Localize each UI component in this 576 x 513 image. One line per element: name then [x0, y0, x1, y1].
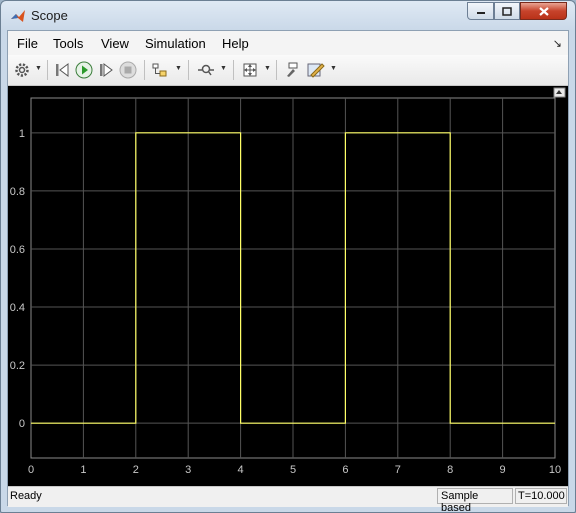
x-tick-label: 4: [238, 464, 244, 476]
step-back-button[interactable]: [52, 60, 72, 80]
toolbar-separator: [144, 60, 145, 80]
sample-mode-indicator: Sample based: [437, 488, 513, 512]
zoom-icon: [198, 64, 214, 76]
step-back-icon: [56, 63, 69, 77]
y-tick-label: 0.2: [10, 360, 25, 372]
axes-undock-button[interactable]: [553, 87, 566, 98]
matlab-logo-icon: [11, 10, 25, 22]
y-tick-label: 0.4: [10, 302, 25, 314]
stop-button[interactable]: [118, 60, 138, 80]
toolbar-separator: [188, 60, 189, 80]
menu-bar: File Tools View Simulation Help ↘: [8, 31, 568, 55]
stop-icon: [119, 61, 137, 79]
x-tick-label: 2: [133, 464, 139, 476]
y-tick-label: 0.6: [10, 244, 25, 256]
minimize-button[interactable]: [467, 2, 494, 20]
toolbar-separator: [276, 60, 277, 80]
menu-simulation[interactable]: Simulation: [145, 36, 206, 51]
chevron-down-icon[interactable]: ▼: [264, 65, 271, 72]
x-tick-label: 8: [447, 464, 453, 476]
highlight-block-icon: [287, 62, 298, 77]
x-tick-label: 1: [80, 464, 86, 476]
close-button[interactable]: [520, 2, 567, 20]
style-icon: [307, 63, 325, 78]
title-bar[interactable]: Scope: [1, 1, 575, 30]
y-tick-label: 0: [19, 418, 25, 430]
maximize-button[interactable]: [494, 2, 520, 20]
y-tick-label: 0.8: [10, 186, 25, 198]
status-text: Ready: [10, 490, 42, 502]
menu-view[interactable]: View: [101, 36, 129, 51]
x-tick-label: 5: [290, 464, 296, 476]
x-tick-label: 10: [549, 464, 561, 476]
x-tick-label: 3: [185, 464, 191, 476]
x-tick-label: 7: [395, 464, 401, 476]
step-forward-icon: [100, 63, 113, 77]
plot-background: [8, 86, 568, 486]
autoscale-button[interactable]: [240, 60, 260, 80]
run-icon: [75, 61, 93, 79]
maximize-icon: [502, 6, 512, 16]
time-indicator: T=10.000: [515, 488, 567, 504]
zoom-button[interactable]: [196, 60, 216, 80]
signal-selector-icon: [152, 63, 167, 77]
window-title: Scope: [31, 8, 68, 23]
configuration-button[interactable]: [12, 60, 32, 80]
toolbar-separator: [47, 60, 48, 80]
step-forward-button[interactable]: [96, 60, 116, 80]
menu-help[interactable]: Help: [222, 36, 249, 51]
y-tick-label: 1: [19, 128, 25, 140]
minimize-icon: [476, 12, 485, 14]
style-button[interactable]: [306, 60, 326, 80]
chevron-down-icon[interactable]: ▼: [330, 65, 337, 72]
client-area: File Tools View Simulation Help ↘ ▼ ▼ ▼ …: [7, 30, 569, 512]
toolbar-separator: [233, 60, 234, 80]
x-tick-label: 0: [28, 464, 34, 476]
chevron-down-icon[interactable]: ▼: [35, 65, 42, 72]
status-bar: Ready Sample based T=10.000: [8, 486, 568, 512]
run-button[interactable]: [74, 60, 94, 80]
toolbar: ▼ ▼ ▼ ▼ ▼: [8, 55, 568, 86]
chevron-down-icon[interactable]: ▼: [220, 65, 227, 72]
scope-window: Scope File Tools View Simulation Help ↘ …: [0, 0, 576, 513]
autoscale-icon: [243, 63, 257, 77]
menu-dock-arrow-icon[interactable]: ↘: [553, 37, 562, 50]
scope-plot[interactable]: 0 1 2 3 4 5 6 7 8 9 10 0 0.2 0.4 0.6 0.8 1: [8, 86, 568, 486]
menu-file[interactable]: File: [17, 36, 38, 51]
menu-tools[interactable]: Tools: [53, 36, 83, 51]
close-icon: [538, 6, 549, 16]
gear-icon: [15, 63, 29, 77]
highlight-block-button[interactable]: [283, 60, 303, 80]
signal-selector-button[interactable]: [151, 60, 171, 80]
x-tick-label: 6: [342, 464, 348, 476]
chevron-down-icon[interactable]: ▼: [175, 65, 182, 72]
x-tick-label: 9: [500, 464, 506, 476]
